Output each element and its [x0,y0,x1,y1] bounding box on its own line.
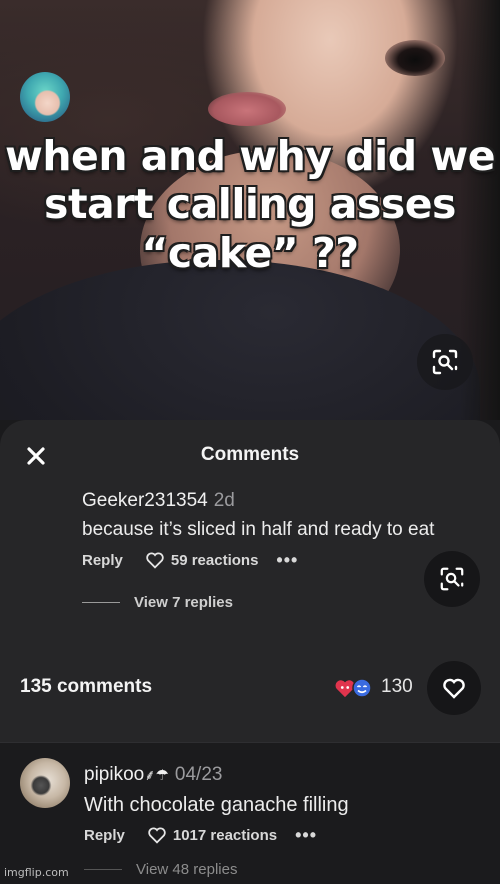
comment-text: With chocolate ganache filling [84,794,349,816]
avatar[interactable] [20,72,70,122]
sheet-header: Comments [0,442,500,472]
comment-username[interactable]: pipikoo⸙☂ 04/23 [84,764,222,786]
heart-outline-icon [146,552,164,569]
comments-footer: 135 comments 130 [0,658,500,720]
comment-actions: Reply 1017 reactions ••• [84,826,317,844]
more-options-button[interactable]: ••• [276,551,298,569]
heart-outline-icon [148,827,166,844]
react-button[interactable]: 59 reactions [145,551,259,569]
photo-lips-shading [208,92,286,126]
comments-count: 135 comments [20,676,153,697]
like-button[interactable] [427,661,481,715]
reaction-summary[interactable] [334,678,372,698]
caption-line-2: start calling asses [44,180,456,229]
comment-time: 2d [213,490,235,511]
reaction-count: 1017 reactions [172,826,278,844]
photo-eye-shading [385,40,445,76]
sheet-title: Comments [200,444,300,465]
heart-outline-icon [443,678,465,699]
post-reaction-count: 130 [381,676,413,697]
reply-button[interactable]: Reply [84,827,125,844]
view-replies-label[interactable]: View 48 replies [136,861,237,878]
reply-button[interactable]: Reply [82,552,123,569]
meme-caption: when and why did we start calling asses … [0,132,500,277]
avatar[interactable] [20,758,70,808]
replies-divider [84,869,122,870]
comment-username-text[interactable]: pipikoo [84,764,144,785]
caption-line-1: when and why did we [4,132,496,180]
comment-username-text[interactable]: Geeker231354 [82,490,208,511]
react-button[interactable]: 1017 reactions [147,826,277,844]
more-options-button[interactable]: ••• [295,826,317,844]
comment-time: 04/23 [174,764,223,785]
visual-search-button[interactable] [417,334,473,390]
comment-username[interactable]: Geeker231354 2d [82,490,235,512]
photo-clothing-shading [0,260,480,420]
meme-photo: when and why did we start calling asses … [0,0,500,420]
smile-emoji-icon [352,678,372,698]
username-emoji: ⸙☂ [144,767,169,784]
caption-line-3: “cake” ?? [141,228,359,277]
visual-search-icon [432,349,458,375]
reaction-count: 59 reactions [170,551,259,569]
replies-divider [82,602,120,603]
visual-search-icon [440,567,464,591]
visual-search-button[interactable] [424,551,480,607]
comment-text: because it’s sliced in half and ready to… [82,519,435,540]
comment-actions: Reply 59 reactions ••• [82,551,298,569]
watermark: imgflip.com [4,866,69,879]
view-replies-button[interactable]: View 7 replies [82,594,233,611]
view-replies-button[interactable]: View 48 replies [84,861,237,878]
view-replies-label[interactable]: View 7 replies [134,594,233,611]
